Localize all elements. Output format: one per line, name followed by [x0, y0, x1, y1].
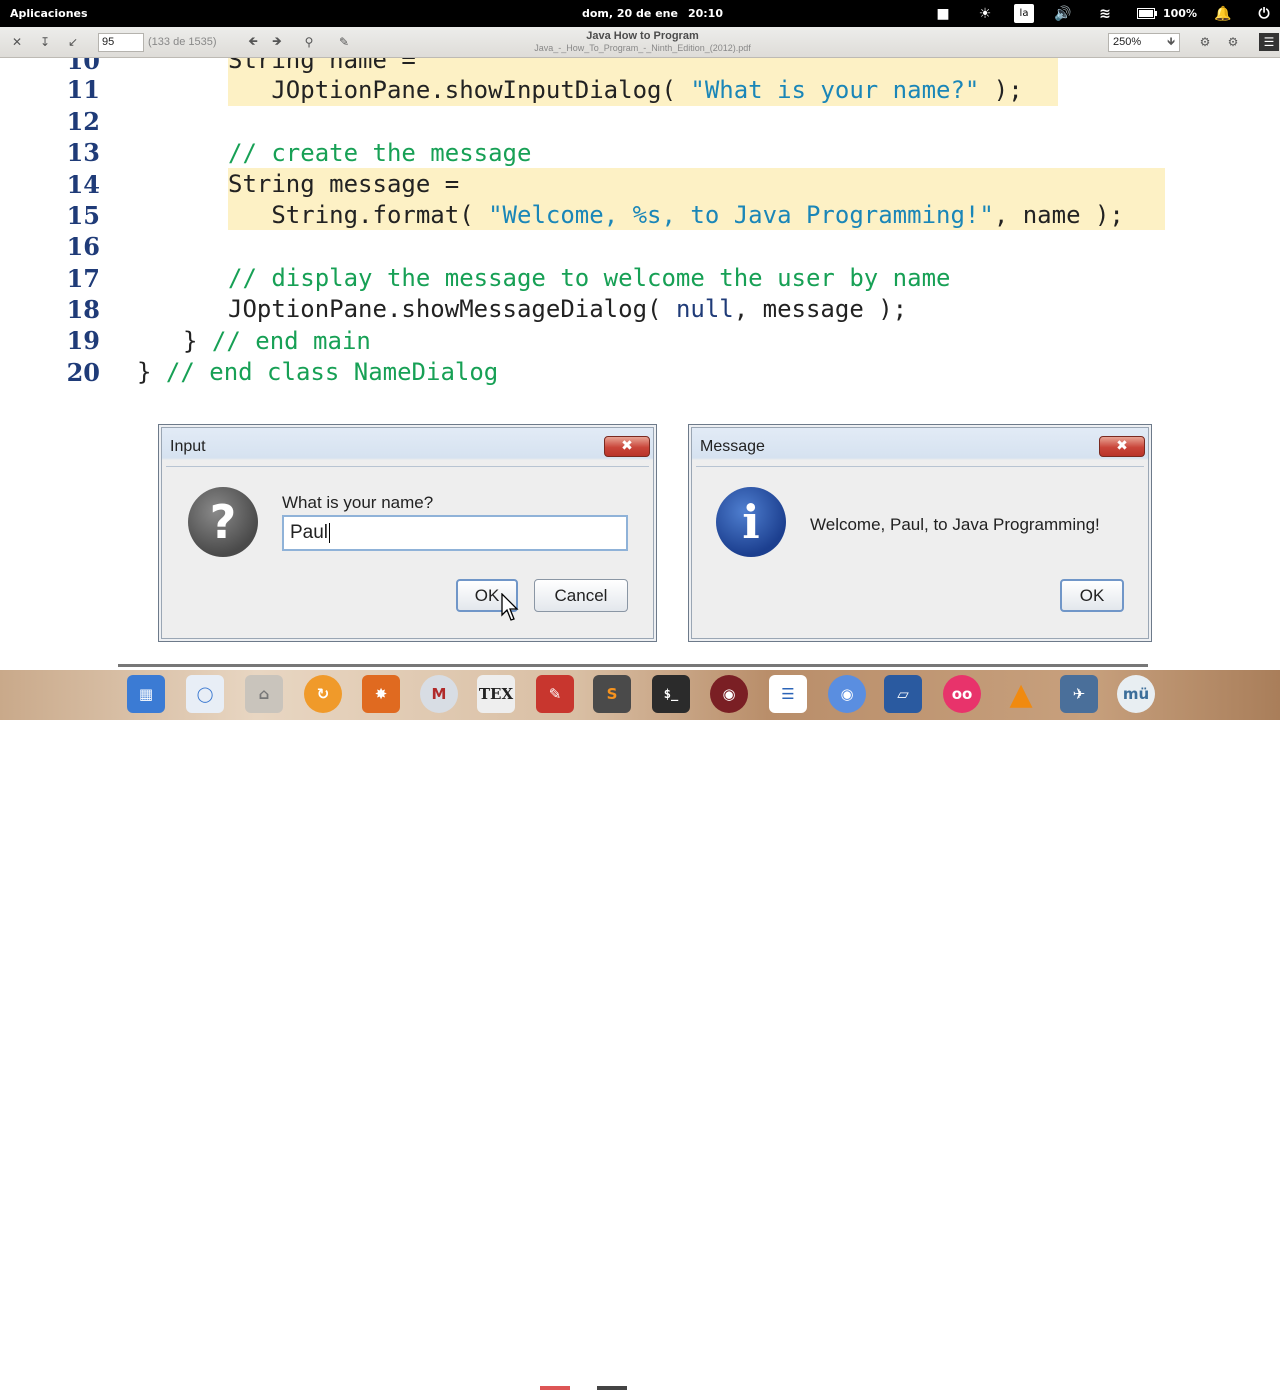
dialog-frame: Message ✖ i Welcome, Paul, to Java Progr…	[691, 427, 1149, 639]
vpn-icon[interactable]: ✈	[1060, 675, 1098, 713]
code-line: JOptionPane.showInputDialog( "What is yo…	[228, 76, 1023, 104]
virtualbox-icon[interactable]: ▱	[884, 675, 922, 713]
name-input-value: Paul	[290, 522, 329, 543]
battery-icon[interactable]	[1137, 4, 1157, 23]
input-prompt: What is your name?	[282, 493, 434, 512]
dialog-frame: Input ✖ ? What is your name? Paul OK Can…	[161, 427, 654, 639]
line-number: 20	[66, 358, 100, 387]
zoom-select[interactable]: 250% 🡻	[1108, 33, 1180, 52]
flickr-icon[interactable]: oo	[943, 675, 981, 713]
vlc-icon[interactable]: ▲	[1002, 675, 1040, 713]
code-line: JOptionPane.showMessageDialog( null, mes…	[228, 295, 908, 323]
keyboard-layout[interactable]: la	[1014, 4, 1034, 23]
battery-percent: 100%	[1163, 7, 1197, 20]
code-line: // create the message	[228, 139, 532, 167]
message-text: Welcome, Paul, to Java Programming!	[810, 515, 1100, 534]
close-icon[interactable]: ✖	[1099, 436, 1145, 457]
brightness-icon[interactable]: ☀	[975, 4, 995, 23]
files-icon[interactable]: ⌂	[245, 675, 283, 713]
horizontal-scrollbar[interactable]	[118, 664, 1148, 667]
dock: ▦ ◯ ⌂ ↻ ✸ M TEX ✎ S $_ ◉ ☰ ◉ ▱ oo ▲ ✈ mü	[0, 670, 1280, 1390]
code-line: String message =	[228, 170, 460, 198]
mu-icon[interactable]: mü	[1117, 675, 1155, 713]
dialog-body: i Welcome, Paul, to Java Programming! OK	[696, 466, 1144, 634]
gear-icon[interactable]: ⚙	[1196, 33, 1214, 51]
line-number: 12	[66, 107, 100, 136]
line-number: 15	[66, 201, 100, 230]
line-number: 18	[66, 295, 100, 324]
code-line: } // end main	[183, 327, 371, 355]
running-indicator	[597, 1386, 627, 1390]
notifications-icon[interactable]: 🔔	[1213, 4, 1233, 23]
viewer-toolbar: ✕ ↧ ↙ 95 (133 de 1535) 🡸 🡺 ⚲ ✎ Java How …	[0, 27, 1280, 58]
maxima-icon[interactable]: M	[420, 675, 458, 713]
top-bar: Aplicaciones dom, 20 de ene 20:10 ■ ☀ la …	[0, 0, 1280, 27]
document-title: Java How to Program	[586, 30, 699, 42]
name-input[interactable]: Paul	[282, 515, 628, 551]
line-number: 13	[66, 138, 100, 167]
zoom-value: 250%	[1113, 36, 1142, 48]
settings-icon[interactable]: ⚙	[1224, 33, 1242, 51]
line-number: 11	[66, 75, 100, 104]
code-line: } // end class NameDialog	[137, 358, 499, 386]
document-filename: Java_-_How_To_Program_-_Ninth_Edition_(2…	[534, 43, 751, 53]
code-line: String name =	[228, 58, 416, 74]
dialog-body: ? What is your name? Paul OK Cancel	[166, 466, 649, 634]
applications-menu[interactable]: Aplicaciones	[10, 7, 88, 20]
date-label: dom, 20 de ene	[582, 7, 678, 20]
code-line: // display the message to welcome the us…	[228, 264, 951, 292]
information-icon: i	[716, 487, 786, 557]
input-dialog: Input ✖ ? What is your name? Paul OK Can…	[158, 424, 657, 642]
code-line: String.format( "Welcome, %s, to Java Pro…	[228, 201, 1124, 229]
clock[interactable]: dom, 20 de ene 20:10	[582, 7, 733, 20]
text-caret	[329, 522, 331, 543]
texmaker-icon[interactable]: TEX	[477, 675, 515, 713]
running-indicator	[540, 1386, 570, 1390]
chevron-down-icon: 🡻	[1167, 36, 1175, 48]
message-dialog: Message ✖ i Welcome, Paul, to Java Progr…	[688, 424, 1152, 642]
ok-button[interactable]: OK	[1060, 579, 1124, 612]
menu-icon[interactable]: ☰	[1259, 33, 1279, 51]
cancel-button[interactable]: Cancel	[534, 579, 628, 612]
wifi-icon[interactable]: ≋	[1095, 4, 1115, 23]
dialog-title: Message	[700, 438, 765, 455]
chromium-icon[interactable]: ◉	[828, 675, 866, 713]
line-number: 10	[66, 58, 100, 75]
scratch-icon[interactable]: ◉	[710, 675, 748, 713]
close-icon[interactable]: ✖	[604, 436, 650, 457]
software-icon[interactable]: ↻	[304, 675, 342, 713]
dialog-title: Input	[170, 438, 206, 455]
line-number: 17	[66, 264, 100, 293]
line-number: 19	[66, 326, 100, 355]
writer-icon[interactable]: ☰	[769, 675, 807, 713]
terminal-icon[interactable]: $_	[652, 675, 690, 713]
line-number: 14	[66, 170, 100, 199]
time-label: 20:10	[687, 7, 723, 20]
document-page[interactable]: 10 11 12 13 14 15 16 17 18 19 20 String …	[0, 58, 1280, 670]
power-icon[interactable]: ⏻	[1254, 4, 1274, 23]
workspaces-icon[interactable]: ▦	[127, 675, 165, 713]
screen-icon[interactable]: ■	[933, 4, 953, 23]
settings-toggle-icon[interactable]: ◯	[186, 675, 224, 713]
scribus-icon[interactable]: ✎	[536, 675, 574, 713]
mouse-cursor-icon	[501, 593, 519, 621]
line-number: 16	[66, 232, 100, 261]
question-icon: ?	[188, 487, 258, 557]
mathematica-icon[interactable]: ✸	[362, 675, 400, 713]
sublime-text-icon[interactable]: S	[593, 675, 631, 713]
volume-icon[interactable]: 🔊	[1053, 4, 1073, 23]
